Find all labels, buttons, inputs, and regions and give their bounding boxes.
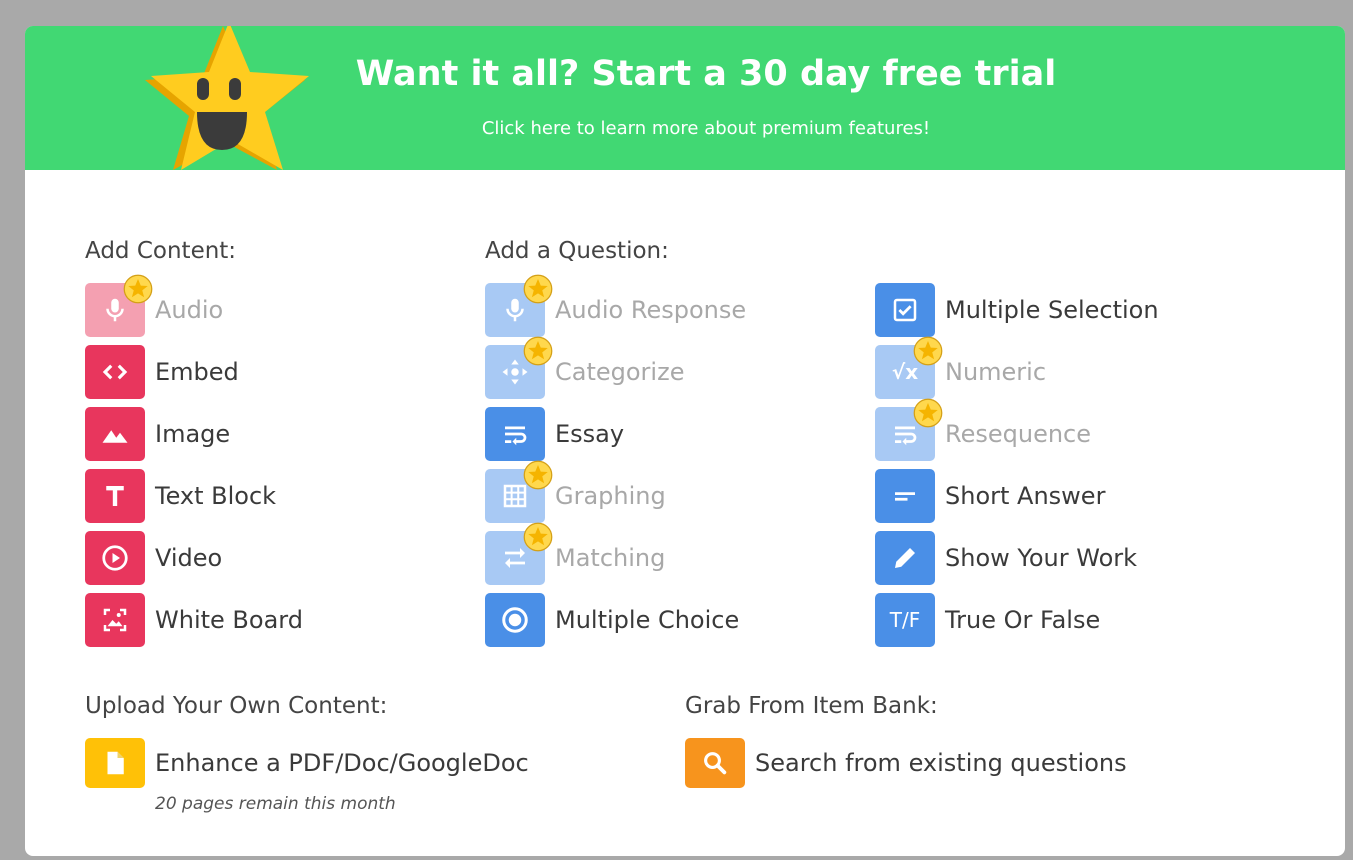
content-item-label: Image: [155, 420, 231, 448]
question-item-label: Numeric: [945, 358, 1047, 386]
pencil-icon: [875, 531, 935, 585]
document-icon: [85, 738, 145, 788]
question-item-label: Multiple Selection: [945, 296, 1159, 324]
question-item-label: Essay: [555, 420, 625, 448]
mountain-image-icon: [85, 407, 145, 461]
wrap-text-icon: [875, 407, 935, 461]
search-item-bank-item[interactable]: Search from existing questions: [685, 738, 1127, 788]
swap-arrows-icon: [485, 531, 545, 585]
true-false-text: T/F: [889, 608, 921, 632]
content-item-text-block[interactable]: Text Block: [85, 469, 276, 523]
short-lines-icon: [875, 469, 935, 523]
add-content-heading: Add Content:: [85, 238, 237, 264]
item-bank-heading: Grab From Item Bank:: [685, 693, 938, 719]
grid-icon: [485, 469, 545, 523]
question-item-multiple-selection[interactable]: Multiple Selection: [875, 283, 1159, 337]
question-item-label: Graphing: [555, 482, 666, 510]
question-item-short-answer[interactable]: Short Answer: [875, 469, 1105, 523]
content-item-label: Text Block: [155, 482, 277, 510]
banner-title: Want it all? Start a 30 day free trial: [355, 54, 1057, 94]
pages-remaining-note: 20 pages remain this month: [155, 794, 396, 814]
question-item-multiple-choice[interactable]: Multiple Choice: [485, 593, 739, 647]
upload-heading: Upload Your Own Content:: [85, 693, 388, 719]
text-t-icon: [85, 469, 145, 523]
question-item-graphing[interactable]: Graphing: [485, 469, 666, 523]
banner-subtitle[interactable]: Click here to learn more about premium f…: [25, 118, 1345, 139]
question-item-true-or-false[interactable]: T/F True Or False: [875, 593, 1100, 647]
content-item-white-board[interactable]: White Board: [85, 593, 303, 647]
true-false-icon: T/F: [875, 593, 935, 647]
content-item-audio[interactable]: Audio: [85, 283, 223, 337]
item-bank-label: Search from existing questions: [755, 749, 1127, 777]
question-item-label: Audio Response: [555, 296, 747, 324]
radio-icon: [485, 593, 545, 647]
premium-star-icon: [913, 398, 943, 428]
content-item-label: Embed: [155, 358, 239, 386]
microphone-icon: [485, 283, 545, 337]
question-item-numeric[interactable]: √x Numeric: [875, 345, 1046, 399]
premium-star-icon: [123, 274, 153, 304]
question-item-resequence[interactable]: Resequence: [875, 407, 1091, 461]
upload-document-item[interactable]: Enhance a PDF/Doc/GoogleDoc: [85, 738, 529, 788]
question-item-essay[interactable]: Essay: [485, 407, 624, 461]
premium-star-icon: [913, 336, 943, 366]
content-item-embed[interactable]: Embed: [85, 345, 239, 399]
question-item-label: Multiple Choice: [555, 606, 740, 634]
checkbox-icon: [875, 283, 935, 337]
content-item-video[interactable]: Video: [85, 531, 222, 585]
content-item-label: Video: [155, 544, 223, 572]
question-item-label: Short Answer: [945, 482, 1106, 510]
question-item-label: Show Your Work: [945, 544, 1138, 572]
wrap-text-icon: [485, 407, 545, 461]
premium-star-icon: [523, 336, 553, 366]
free-trial-banner[interactable]: Want it all? Start a 30 day free trial C…: [25, 26, 1345, 170]
content-item-label: Audio: [155, 296, 224, 324]
question-item-label: Resequence: [945, 420, 1092, 448]
question-item-show-your-work[interactable]: Show Your Work: [875, 531, 1137, 585]
upload-item-label: Enhance a PDF/Doc/GoogleDoc: [155, 749, 529, 777]
question-item-matching[interactable]: Matching: [485, 531, 665, 585]
question-item-label: Categorize: [555, 358, 685, 386]
code-icon: [85, 345, 145, 399]
question-item-label: True Or False: [945, 606, 1101, 634]
premium-star-icon: [523, 460, 553, 490]
microphone-icon: [85, 283, 145, 337]
add-question-heading: Add a Question:: [485, 238, 669, 264]
premium-star-icon: [523, 522, 553, 552]
question-item-audio-response[interactable]: Audio Response: [485, 283, 746, 337]
play-circle-icon: [85, 531, 145, 585]
star-mascot-icon: [145, 26, 309, 170]
move-arrows-icon: [485, 345, 545, 399]
search-icon: [685, 738, 745, 788]
whiteboard-icon: [85, 593, 145, 647]
question-item-label: Matching: [555, 544, 666, 572]
question-item-categorize[interactable]: Categorize: [485, 345, 684, 399]
content-item-label: White Board: [155, 606, 303, 634]
premium-star-icon: [523, 274, 553, 304]
square-root-icon: √x: [875, 345, 935, 399]
content-item-image[interactable]: Image: [85, 407, 230, 461]
add-item-dialog: Want it all? Start a 30 day free trial C…: [25, 26, 1345, 856]
